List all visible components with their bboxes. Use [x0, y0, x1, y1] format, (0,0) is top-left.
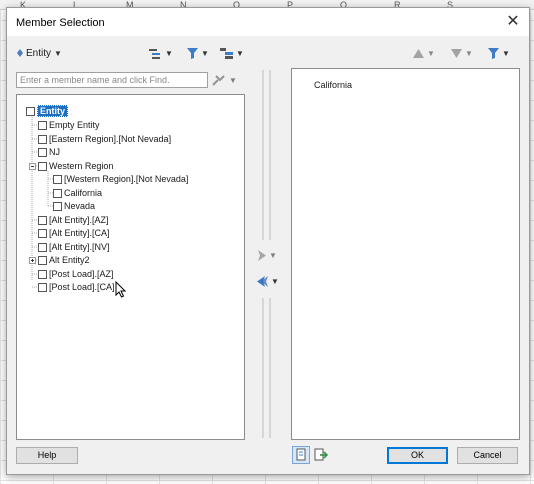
move-down-icon [451, 48, 462, 58]
tree-item-label: Nevada [64, 201, 96, 211]
chevron-down-icon: ▼ [271, 277, 279, 286]
dimension-label: Entity [26, 47, 52, 59]
dimension-dropdown[interactable]: Entity ▼ [17, 45, 62, 61]
tree-item[interactable]: [Alt Entity].[CA] [38, 227, 110, 239]
tree-item[interactable]: California [53, 187, 102, 199]
splitter-line [269, 70, 271, 240]
selected-member[interactable]: California [314, 80, 352, 90]
member-checkbox[interactable] [38, 120, 47, 130]
tree-item-label: California [64, 188, 103, 198]
chevron-down-icon: ▼ [502, 48, 510, 58]
add-member-button[interactable]: ▼ [257, 250, 277, 261]
member-checkbox[interactable] [38, 228, 47, 238]
member-checkbox[interactable] [38, 215, 47, 225]
chevron-down-icon: ▼ [465, 48, 473, 58]
tree-item[interactable]: [Post Load].[AZ] [38, 268, 114, 280]
member-checkbox[interactable] [38, 134, 47, 144]
layout-button[interactable]: ▼ [220, 45, 244, 61]
remove-member-button[interactable]: ▼ [257, 276, 279, 287]
hierarchy-layout-icon [220, 47, 233, 59]
member-view-icon [149, 48, 160, 59]
list-view-icon [296, 448, 306, 461]
member-view-button[interactable]: ▼ [149, 45, 173, 61]
member-checkbox[interactable] [53, 174, 62, 184]
find-button[interactable]: ▼ [212, 72, 237, 88]
tree-item-label: [Eastern Region].[Not Nevada] [49, 134, 172, 144]
tree-item-label: NJ [49, 147, 60, 157]
tree-item-label: [Western Region].[Not Nevada] [64, 174, 189, 184]
tree-item-label: [Post Load].[CA] [49, 282, 115, 292]
chevron-down-icon: ▼ [236, 48, 244, 58]
member-checkbox[interactable] [38, 161, 47, 171]
tree-item-label: Entity [37, 105, 69, 117]
chevron-down-icon: ▼ [269, 251, 277, 260]
find-member-input[interactable] [16, 72, 208, 88]
find-tool-icon [212, 75, 225, 86]
help-button[interactable]: Help [16, 447, 78, 464]
chevron-down-icon: ▼ [165, 48, 173, 58]
tree-item-label: Alt Entity2 [49, 255, 90, 265]
member-checkbox[interactable] [38, 282, 47, 292]
member-checkbox[interactable] [38, 269, 47, 279]
ok-button[interactable]: OK [387, 447, 448, 464]
splitter-line [269, 298, 271, 438]
member-checkbox[interactable] [26, 106, 35, 116]
tree-item[interactable]: Nevada [53, 200, 95, 212]
tree-item[interactable]: Empty Entity [38, 119, 100, 131]
tree-item-label: [Alt Entity].[CA] [49, 228, 110, 238]
remove-arrow-icon [257, 276, 268, 287]
tree-item-entity[interactable]: Entity [26, 105, 69, 117]
collapse-toggle-icon[interactable] [29, 163, 36, 170]
member-checkbox[interactable] [53, 188, 62, 198]
chevron-down-icon: ▼ [229, 75, 237, 85]
member-checkbox[interactable] [53, 201, 62, 211]
chevron-down-icon: ▼ [201, 48, 209, 58]
export-icon [314, 448, 328, 461]
tree-item[interactable]: Western Region [38, 160, 113, 172]
selected-members-panel[interactable]: California [291, 68, 520, 440]
chevron-down-icon: ▼ [427, 48, 435, 58]
move-up-button[interactable]: ▼ [413, 45, 435, 61]
mouse-cursor-icon [115, 281, 127, 298]
filter-icon [488, 47, 499, 59]
cancel-button[interactable]: Cancel [457, 447, 518, 464]
export-button[interactable] [313, 447, 329, 463]
tree-item[interactable]: [Post Load].[CA] [38, 281, 115, 293]
tree-item-label: [Alt Entity].[AZ] [49, 215, 109, 225]
expand-toggle-icon[interactable] [29, 257, 36, 264]
chevron-down-icon: ▼ [54, 48, 62, 58]
tree-item-label: Empty Entity [49, 120, 100, 130]
tree-item[interactable]: NJ [38, 146, 60, 158]
add-arrow-icon [258, 250, 266, 261]
dialog-title: Member Selection [16, 17, 105, 29]
tree-item-label: Western Region [49, 161, 114, 171]
member-checkbox[interactable] [38, 147, 47, 157]
filter-button[interactable]: ▼ [187, 45, 209, 61]
tree-item[interactable]: [Alt Entity].[AZ] [38, 214, 109, 226]
close-button[interactable]: ✕ [503, 12, 523, 32]
member-tree-panel[interactable]: Entity Empty Entity [Eastern Region].[No… [16, 94, 245, 440]
tree-item[interactable]: [Alt Entity].[NV] [38, 241, 110, 253]
dialog-titlebar: Member Selection ✕ [7, 8, 529, 36]
tree-item-label: [Post Load].[AZ] [49, 269, 114, 279]
tree-item[interactable]: [Eastern Region].[Not Nevada] [38, 133, 171, 145]
member-checkbox[interactable] [38, 255, 47, 265]
member-checkbox[interactable] [38, 242, 47, 252]
tree-item[interactable]: [Western Region].[Not Nevada] [53, 173, 188, 185]
splitter-line [262, 70, 264, 240]
filter-icon [187, 47, 198, 59]
member-selection-dialog: Member Selection ✕ Entity ▼ ▼ ▼ ▼ ▼ ▼ ▼ … [6, 7, 530, 475]
splitter-line [262, 298, 264, 438]
tree-item-label: [Alt Entity].[NV] [49, 242, 110, 252]
move-up-icon [413, 48, 424, 58]
move-down-button[interactable]: ▼ [451, 45, 473, 61]
list-view-button[interactable] [292, 446, 310, 464]
dimension-icon [17, 49, 23, 57]
tree-item[interactable]: Alt Entity2 [38, 254, 90, 266]
filter-selected-button[interactable]: ▼ [488, 45, 510, 61]
